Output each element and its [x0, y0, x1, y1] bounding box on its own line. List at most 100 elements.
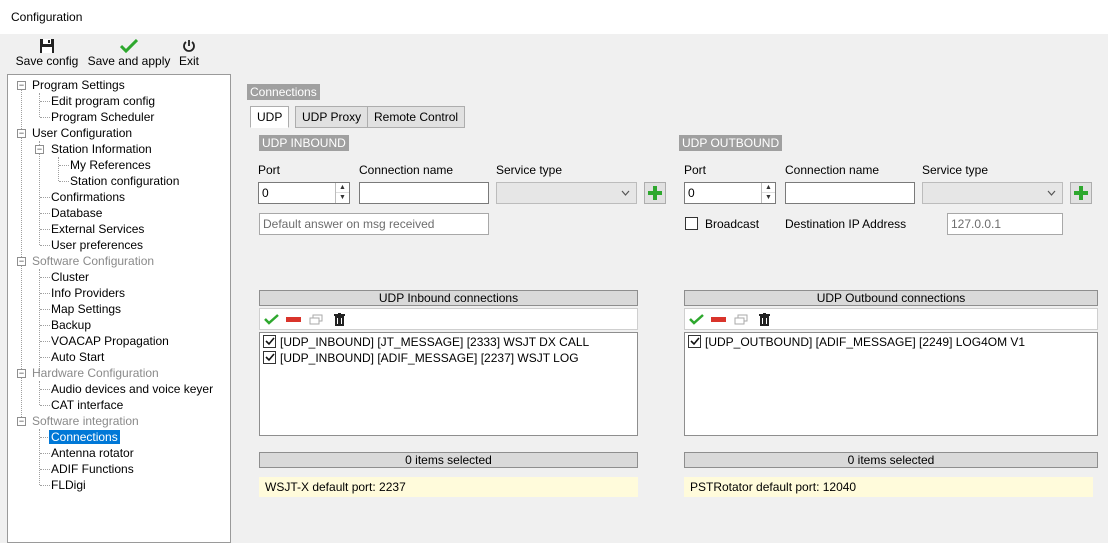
tree-item-antenna-rotator[interactable]: Antenna rotator — [51, 445, 134, 461]
inbound-add-button[interactable] — [644, 182, 666, 204]
inbound-service-type-select[interactable] — [496, 182, 637, 204]
minus-icon[interactable] — [711, 317, 726, 322]
save-config-button[interactable]: Save config — [14, 34, 80, 70]
outbound-port-value: 0 — [688, 186, 695, 200]
save-and-apply-button[interactable]: Save and apply — [86, 34, 172, 70]
outbound-service-type-select[interactable] — [922, 182, 1063, 204]
tree-item-user-preferences[interactable]: User preferences — [51, 237, 143, 253]
copy-icon[interactable] — [309, 314, 323, 325]
checkbox-checked[interactable] — [263, 351, 276, 364]
checkbox-checked[interactable] — [688, 335, 701, 348]
tree-line — [39, 381, 40, 405]
inbound-connections-list[interactable]: [UDP_INBOUND] [JT_MESSAGE] [2333] WSJT D… — [259, 332, 638, 436]
tree-item-station-configuration[interactable]: Station configuration — [70, 173, 179, 189]
panel-title: Connections — [247, 84, 320, 100]
check-all-icon[interactable] — [689, 314, 704, 325]
spin-down-icon[interactable]: ▼ — [762, 193, 775, 203]
config-tree[interactable]: − Program Settings Edit program config P… — [7, 74, 231, 543]
list-item-label: [UDP_OUTBOUND] [ADIF_MESSAGE] [2249] LOG… — [705, 335, 1026, 349]
inbound-connection-name-input[interactable] — [359, 182, 489, 204]
exit-label: Exit — [178, 54, 199, 68]
list-item[interactable]: [UDP_OUTBOUND] [ADIF_MESSAGE] [2249] LOG… — [688, 334, 1025, 350]
checkmark-icon — [86, 34, 172, 54]
tab-udp[interactable]: UDP — [250, 106, 290, 128]
chevron-down-icon — [1047, 190, 1056, 196]
tab-udp-proxy[interactable]: UDP Proxy — [295, 106, 369, 128]
list-item[interactable]: [UDP_INBOUND] [JT_MESSAGE] [2333] WSJT D… — [263, 334, 589, 350]
inbound-port-stepper[interactable]: 0 ▲ ▼ — [258, 182, 350, 204]
collapse-hardware-configuration-icon[interactable]: − — [17, 369, 26, 378]
tree-item-confirmations[interactable]: Confirmations — [51, 189, 125, 205]
tree-item-cat-interface[interactable]: CAT interface — [51, 397, 123, 413]
tree-item-my-references[interactable]: My References — [70, 157, 151, 173]
tree-item-info-providers[interactable]: Info Providers — [51, 285, 125, 301]
trash-icon[interactable] — [334, 313, 345, 326]
tree-item-fldigi[interactable]: FLDigi — [51, 477, 86, 493]
power-icon — [176, 34, 202, 54]
connections-panel: Connections UDP UDP Proxy Remote Control… — [231, 74, 1108, 543]
inbound-list-toolbar — [259, 308, 638, 330]
tree-item-backup[interactable]: Backup — [51, 317, 91, 333]
destination-ip-input[interactable]: 127.0.0.1 — [947, 213, 1063, 235]
check-all-icon[interactable] — [264, 314, 279, 325]
tree-item-voacap-propagation[interactable]: VOACAP Propagation — [51, 333, 169, 349]
outbound-selected-count: 0 items selected — [684, 452, 1098, 468]
outbound-connection-name-label: Connection name — [785, 163, 880, 177]
collapse-program-settings-icon[interactable]: − — [17, 81, 26, 90]
copy-icon[interactable] — [734, 314, 748, 325]
tree-item-database[interactable]: Database — [51, 205, 102, 221]
tree-item-adif-functions[interactable]: ADIF Functions — [51, 461, 134, 477]
collapse-station-information-icon[interactable]: − — [35, 145, 44, 154]
save-config-label: Save config — [15, 54, 79, 68]
checkbox-unchecked[interactable] — [685, 217, 698, 230]
plus-icon — [648, 186, 662, 200]
spin-up-icon[interactable]: ▲ — [762, 183, 775, 193]
checkbox-checked[interactable] — [263, 335, 276, 348]
spin-down-icon[interactable]: ▼ — [336, 193, 349, 203]
inbound-port-value: 0 — [262, 186, 269, 200]
inbound-default-port-note: WSJT-X default port: 2237 — [259, 477, 638, 497]
tree-item-hardware-configuration[interactable]: Hardware Configuration — [32, 365, 159, 381]
outbound-add-button[interactable] — [1070, 182, 1092, 204]
udp-outbound-group-label: UDP OUTBOUND — [679, 135, 783, 151]
toolbar: Save config Save and apply Exit — [0, 34, 1108, 72]
inbound-port-spin[interactable]: ▲ ▼ — [335, 183, 349, 203]
tab-remote-control[interactable]: Remote Control — [367, 106, 466, 128]
tree-item-auto-start[interactable]: Auto Start — [51, 349, 104, 365]
spin-up-icon[interactable]: ▲ — [336, 183, 349, 193]
outbound-connections-list[interactable]: [UDP_OUTBOUND] [ADIF_MESSAGE] [2249] LOG… — [684, 332, 1098, 436]
trash-icon[interactable] — [759, 313, 770, 326]
udp-inbound-group-label: UDP INBOUND — [259, 135, 349, 151]
tree-item-edit-program-config[interactable]: Edit program config — [51, 93, 155, 109]
inbound-selected-count: 0 items selected — [259, 452, 638, 468]
inbound-connection-name-label: Connection name — [359, 163, 454, 177]
tree-item-software-configuration[interactable]: Software Configuration — [32, 253, 154, 269]
collapse-user-configuration-icon[interactable]: − — [17, 129, 26, 138]
broadcast-checkbox[interactable]: Broadcast — [685, 217, 759, 231]
tree-item-program-settings[interactable]: Program Settings — [32, 77, 125, 93]
tree-item-audio-devices[interactable]: Audio devices and voice keyer — [51, 381, 213, 397]
tree-item-station-information[interactable]: Station Information — [51, 141, 152, 157]
collapse-software-configuration-icon[interactable]: − — [17, 257, 26, 266]
minus-icon[interactable] — [286, 317, 301, 322]
tree-item-program-scheduler[interactable]: Program Scheduler — [51, 109, 154, 125]
exit-button[interactable]: Exit — [176, 34, 202, 70]
plus-icon — [1074, 186, 1088, 200]
outbound-list-header: UDP Outbound connections — [684, 290, 1098, 306]
title-bar: Configuration — [0, 0, 1108, 34]
tree-item-map-settings[interactable]: Map Settings — [51, 301, 121, 317]
list-item-label: [UDP_INBOUND] [JT_MESSAGE] [2333] WSJT D… — [280, 335, 590, 349]
inbound-default-answer-input[interactable]: Default answer on msg received — [259, 213, 489, 235]
broadcast-label: Broadcast — [705, 217, 760, 231]
list-item[interactable]: [UDP_INBOUND] [ADIF_MESSAGE] [2237] WSJT… — [263, 350, 579, 366]
tree-item-cluster[interactable]: Cluster — [51, 269, 89, 285]
collapse-software-integration-icon[interactable]: − — [17, 417, 26, 426]
outbound-port-spin[interactable]: ▲ ▼ — [761, 183, 775, 203]
tree-item-user-configuration[interactable]: User Configuration — [32, 125, 132, 141]
tree-item-external-services[interactable]: External Services — [51, 221, 144, 237]
outbound-port-stepper[interactable]: 0 ▲ ▼ — [684, 182, 776, 204]
tree-item-software-integration[interactable]: Software integration — [32, 413, 139, 429]
outbound-connection-name-input[interactable] — [785, 182, 915, 204]
inbound-list-header: UDP Inbound connections — [259, 290, 638, 306]
tree-item-connections[interactable]: Connections — [49, 429, 120, 445]
